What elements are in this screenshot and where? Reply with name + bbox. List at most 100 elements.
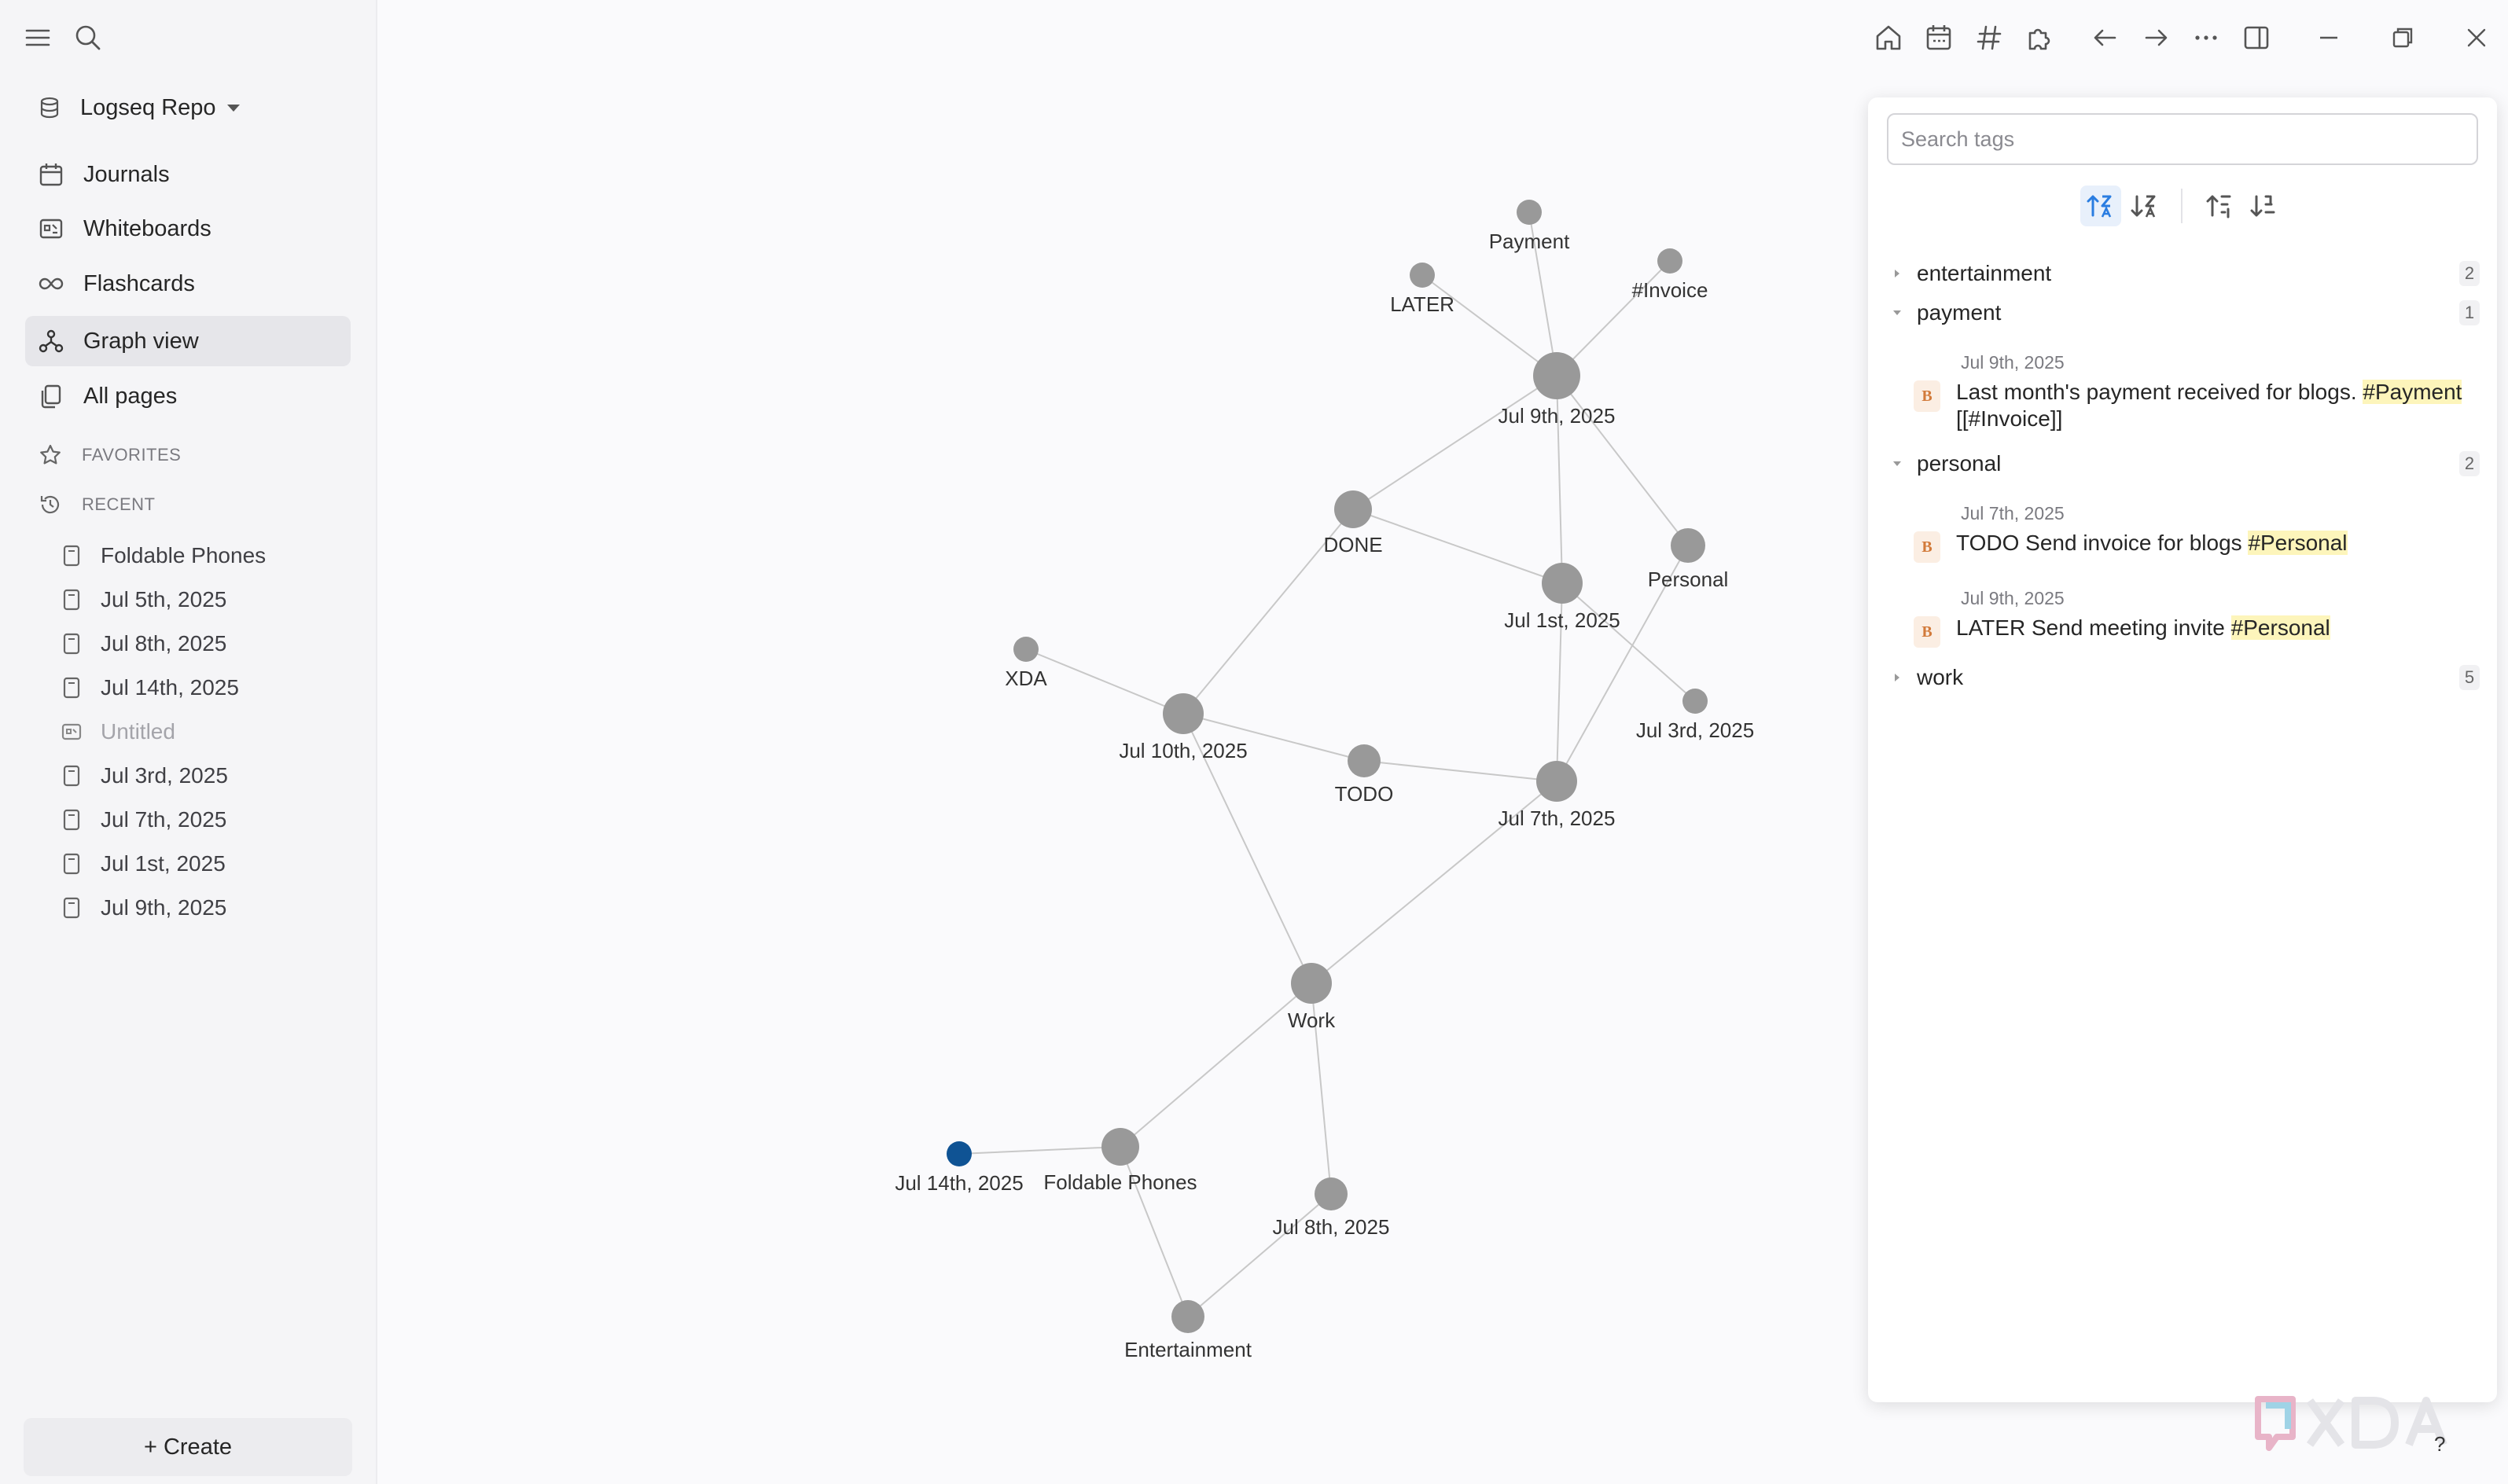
graph-node-label[interactable]: Jul 14th, 2025 xyxy=(895,1171,1023,1195)
graph-node-label[interactable]: DONE xyxy=(1323,533,1382,556)
graph-node-label[interactable]: Foldable Phones xyxy=(1043,1170,1197,1194)
entry-date: Jul 9th, 2025 xyxy=(1961,352,2065,373)
tag-name: personal xyxy=(1917,451,2002,476)
entry-text: TODO Send invoice for blogs #Personal xyxy=(1956,530,2475,556)
tag-block-entry[interactable]: B Jul 9th, 2025 LATER Send meeting invit… xyxy=(1914,588,2480,654)
entry-date: Jul 7th, 2025 xyxy=(1961,503,2065,523)
plugins-icon[interactable] xyxy=(2022,20,2057,55)
graph-node-label[interactable]: Jul 1st, 2025 xyxy=(1504,608,1620,632)
sort-count-asc-icon[interactable] xyxy=(2200,186,2241,226)
graph-node-label[interactable]: Jul 8th, 2025 xyxy=(1273,1215,1390,1239)
graph-node[interactable] xyxy=(1163,693,1204,734)
back-arrow-icon[interactable] xyxy=(2088,20,2123,55)
graph-node[interactable] xyxy=(1013,637,1039,662)
more-icon[interactable] xyxy=(2189,20,2223,55)
graph-node-label[interactable]: Personal xyxy=(1648,568,1729,591)
tag-count: 2 xyxy=(2459,451,2480,476)
graph-edge xyxy=(1025,648,1184,714)
graph-node-label[interactable]: Jul 9th, 2025 xyxy=(1499,404,1616,428)
graph-node-label[interactable]: XDA xyxy=(1005,667,1047,690)
help-button[interactable]: ? xyxy=(2434,1432,2445,1456)
graph-node[interactable] xyxy=(1101,1128,1139,1166)
tag-name: entertainment xyxy=(1917,261,2052,285)
graph-edge xyxy=(1561,582,1696,702)
restore-icon[interactable] xyxy=(2385,20,2420,55)
graph-node-label[interactable]: Payment xyxy=(1489,230,1570,253)
graph-edge xyxy=(1421,274,1557,377)
sort-count-desc-icon[interactable] xyxy=(2244,186,2285,226)
sort-alpha-desc-icon[interactable] xyxy=(2124,186,2165,226)
graph-node[interactable] xyxy=(1536,761,1577,802)
close-icon[interactable] xyxy=(2459,20,2494,55)
tag-count: 2 xyxy=(2459,261,2480,286)
minimize-icon[interactable] xyxy=(2311,20,2346,55)
tag-count: 1 xyxy=(2459,300,2480,325)
tag-name: work xyxy=(1917,665,1964,689)
tag-row-personal[interactable]: personal 2 xyxy=(1890,446,2480,481)
graph-node[interactable] xyxy=(1315,1177,1348,1210)
chevron-down-icon xyxy=(1893,310,1901,315)
graph-node[interactable] xyxy=(1533,352,1580,399)
graph-node[interactable] xyxy=(1542,563,1583,604)
block-badge: B xyxy=(1914,531,1940,563)
sidebar-toggle-icon[interactable] xyxy=(2239,20,2274,55)
graph-edge xyxy=(1187,1193,1332,1317)
graph-node[interactable] xyxy=(1291,963,1332,1004)
home-icon[interactable] xyxy=(1871,20,1906,55)
graph-edge xyxy=(1352,375,1557,510)
graph-node[interactable] xyxy=(947,1141,972,1166)
forward-arrow-icon[interactable] xyxy=(2138,20,2173,55)
journal-calendar-icon[interactable] xyxy=(1921,20,1956,55)
graph-node[interactable] xyxy=(1171,1300,1204,1333)
graph-node-label[interactable]: Jul 10th, 2025 xyxy=(1119,739,1247,762)
graph-edge xyxy=(958,1146,1121,1155)
tag-row-work[interactable]: work 5 xyxy=(1890,660,2480,695)
tag-block-entry[interactable]: B Jul 7th, 2025 TODO Send invoice for bl… xyxy=(1914,503,2480,569)
hashtag-icon[interactable] xyxy=(1972,20,2006,55)
graph-node[interactable] xyxy=(1657,248,1682,274)
sort-divider xyxy=(2181,189,2183,223)
graph-node-label[interactable]: TODO xyxy=(1335,782,1394,806)
graph-nodes: Payment LATER #Invoice Jul 9th, 2025 DONE Per… xyxy=(895,200,1754,1361)
tag-link[interactable]: #Personal xyxy=(2248,531,2348,555)
graph-node-label[interactable]: Jul 3rd, 2025 xyxy=(1636,718,1754,742)
entry-date: Jul 9th, 2025 xyxy=(1961,588,2065,608)
entry-text: LATER Send meeting invite #Personal xyxy=(1956,615,2475,641)
graph-node-label[interactable]: Jul 7th, 2025 xyxy=(1499,806,1616,830)
graph-node[interactable] xyxy=(1410,263,1435,288)
graph-node[interactable] xyxy=(1517,200,1542,225)
sort-alpha-asc-icon[interactable] xyxy=(2080,186,2121,226)
graph-node[interactable] xyxy=(1671,528,1705,563)
tag-row-payment[interactable]: payment 1 xyxy=(1890,296,2480,330)
entry-body: Last month's payment received for blogs. xyxy=(1956,380,2363,404)
entry-text: Last month's payment received for blogs.… xyxy=(1956,379,2475,432)
entry-body: LATER Send meeting invite xyxy=(1956,615,2231,640)
tag-row-entertainment[interactable]: entertainment 2 xyxy=(1890,256,2480,291)
tag-link[interactable]: #Payment xyxy=(2363,380,2462,404)
page-ref-link[interactable]: [[#Invoice]] xyxy=(1956,406,2062,431)
graph-node-label[interactable]: #Invoice xyxy=(1632,278,1708,302)
entry-body: TODO Send invoice for blogs xyxy=(1956,531,2249,555)
graph-node[interactable] xyxy=(1682,689,1708,714)
graph-edge xyxy=(1556,375,1689,546)
tag-block-entry[interactable]: B Jul 9th, 2025 Last month's payment rec… xyxy=(1914,352,2480,439)
tag-count: 5 xyxy=(2459,665,2480,690)
graph-edge xyxy=(1363,760,1557,782)
graph-node[interactable] xyxy=(1348,744,1381,777)
chevron-right-icon xyxy=(1895,674,1899,681)
graph-node-label[interactable]: Entertainment xyxy=(1124,1338,1252,1361)
search-tags-input[interactable] xyxy=(1887,113,2478,165)
graph-node[interactable] xyxy=(1334,490,1372,528)
xda-watermark-logo xyxy=(2255,1396,2447,1451)
graph-node-label[interactable]: Work xyxy=(1288,1008,1336,1032)
tag-link[interactable]: #Personal xyxy=(2230,615,2330,640)
tag-name: payment xyxy=(1917,300,2002,325)
graph-edge xyxy=(1120,983,1312,1148)
chevron-down-icon xyxy=(1893,461,1901,466)
block-badge: B xyxy=(1914,616,1940,648)
graph-node-label[interactable]: LATER xyxy=(1390,292,1454,316)
graph-edges xyxy=(958,211,1696,1317)
chevron-right-icon xyxy=(1895,270,1899,277)
tags-panel: entertainment 2 payment 1 B Jul 9th, 202… xyxy=(1868,97,2497,1402)
graph-edge xyxy=(1352,509,1563,584)
